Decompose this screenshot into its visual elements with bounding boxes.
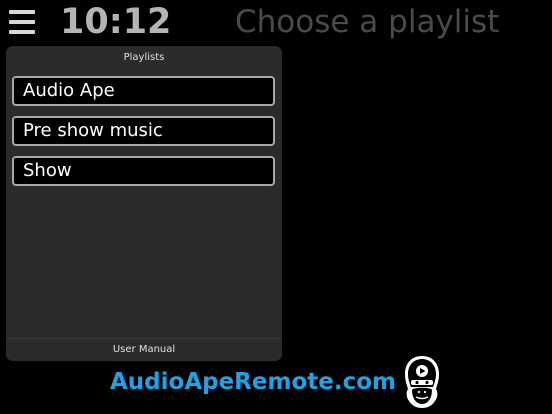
playlist-item-pre-show-music[interactable]: Pre show music: [12, 116, 275, 146]
app-screen: 10:12 Choose a playlist Playlists Audio …: [0, 0, 552, 414]
page-title: Choose a playlist: [235, 4, 500, 40]
hamburger-menu-icon[interactable]: [9, 10, 35, 34]
user-manual-link[interactable]: User Manual: [6, 338, 282, 361]
playlist-list: Audio Ape Pre show music Show: [12, 76, 276, 196]
audio-ape-logo-icon: [405, 356, 439, 408]
popover-title: Playlists: [123, 52, 165, 63]
website-link[interactable]: AudioApeRemote.com: [110, 366, 396, 398]
playlist-item-show[interactable]: Show: [12, 156, 275, 186]
playlist-item-audio-ape[interactable]: Audio Ape: [12, 76, 275, 106]
playlists-popover: Playlists Audio Ape Pre show music Show …: [6, 46, 282, 361]
clock-time: 10:12: [60, 2, 172, 42]
